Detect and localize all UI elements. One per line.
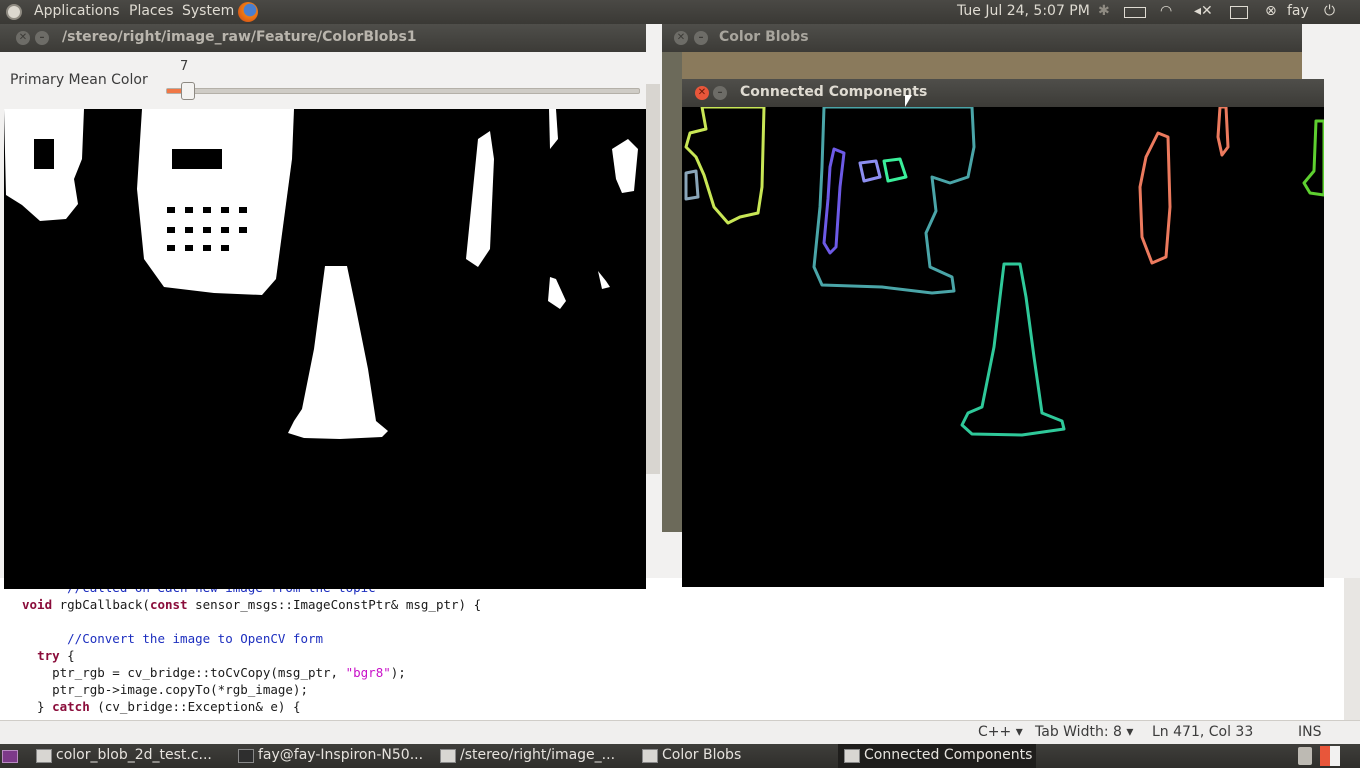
places-menu[interactable]: Places [129, 3, 174, 19]
binary-mask-image [4, 109, 646, 589]
window-icon [440, 749, 456, 763]
mask-blob [466, 131, 494, 267]
code-token: ); [390, 665, 406, 680]
connected-components-titlebar[interactable]: ✕ – Connected Components [682, 79, 1324, 107]
user-status-icon[interactable]: ⊗ [1265, 3, 1277, 19]
code-token: ptr_rgb->image.copyTo(*rgb_image); [22, 682, 308, 697]
contour-purple [822, 147, 846, 255]
trash-icon[interactable] [1298, 747, 1312, 765]
system-menu[interactable]: System [182, 3, 234, 19]
contour-salmon [1138, 131, 1172, 265]
traffic-cone-mask [288, 266, 388, 439]
code-token: try [37, 648, 60, 663]
tab-width-selector[interactable]: Tab Width: 8 ▾ [1035, 724, 1133, 740]
code-editor[interactable]: //called on each new image from the topi… [0, 578, 1360, 720]
primary-mean-color-slider[interactable] [166, 82, 640, 100]
code-token: } [22, 699, 53, 714]
applications-menu[interactable]: Applications [34, 3, 120, 19]
code-token: rgbCallback( [52, 597, 150, 612]
task-connected-components[interactable]: Connected Components [838, 744, 1036, 768]
colorblobs1-titlebar[interactable]: ✕ – /stereo/right/image_raw/Feature/Colo… [0, 24, 646, 52]
terminal-icon [238, 749, 254, 763]
text-editor-icon [36, 749, 52, 763]
code-line: try { [22, 648, 75, 663]
cursor-position: Ln 471, Col 33 [1152, 724, 1254, 740]
volume-muted-icon[interactable]: ◂✕ [1194, 3, 1213, 19]
task-editor[interactable]: color_blob_2d_test.c... [30, 744, 228, 768]
code-line: ptr_rgb->image.copyTo(*rgb_image); [22, 682, 308, 697]
slider-thumb[interactable] [181, 82, 195, 100]
code-line: } catch (cv_bridge::Exception& e) { [22, 699, 300, 714]
battery-icon[interactable] [1124, 7, 1146, 18]
bluetooth-icon[interactable]: ✱ [1098, 3, 1110, 19]
close-button[interactable]: ✕ [16, 31, 30, 45]
slider-fill [167, 89, 182, 93]
code-token: sensor_msgs::ImageConstPtr& msg_ptr) { [187, 597, 482, 612]
insert-mode: INS [1298, 724, 1322, 740]
connected-components-image [682, 107, 1324, 587]
traffic-cone-contour [960, 262, 1066, 437]
window-icon [642, 749, 658, 763]
code-token: void [22, 597, 53, 612]
mouse-pointer-icon [905, 95, 912, 107]
binary-mask [4, 109, 638, 439]
code-line: ptr_rgb = cv_bridge::toCvCopy(msg_ptr, "… [22, 665, 406, 680]
window-title: Color Blobs [719, 29, 809, 45]
code-line: //Convert the image to OpenCV form [22, 631, 323, 646]
trackbar-panel: Primary Mean Color 7 [0, 52, 646, 109]
task-colorblobs1[interactable]: /stereo/right/image_... [434, 744, 632, 768]
mask-blob [137, 109, 294, 295]
firefox-icon[interactable] [238, 2, 258, 22]
contour-lilac [858, 159, 882, 183]
code-token: catch [52, 699, 90, 714]
contours [684, 107, 1324, 437]
contour-yellow [684, 107, 766, 225]
task-terminal[interactable]: fay@fay-Inspiron-N50... [232, 744, 430, 768]
show-desktop-icon[interactable] [2, 750, 18, 763]
background-scrollbar[interactable] [646, 84, 660, 474]
ubuntu-logo-icon[interactable] [6, 4, 22, 20]
code-token: { [59, 648, 75, 663]
colorblobs-titlebar[interactable]: ✕ – Color Blobs [662, 24, 1302, 52]
window-title: /stereo/right/image_raw/Feature/ColorBlo… [62, 29, 417, 45]
power-icon[interactable]: ⏻ [1324, 3, 1335, 19]
workspace-switcher-icon[interactable] [1320, 746, 1340, 766]
user-name[interactable]: fay [1287, 3, 1309, 19]
close-button[interactable]: ✕ [695, 86, 709, 100]
mail-icon[interactable] [1230, 6, 1248, 19]
minimize-button[interactable]: – [713, 86, 727, 100]
mask-blob [549, 109, 558, 149]
mask-blob [598, 271, 610, 289]
contour-grey [684, 169, 700, 201]
window-title: Connected Components [740, 84, 928, 100]
code-token: (cv_bridge::Exception& e) { [89, 699, 301, 714]
contour-green [882, 157, 908, 183]
minimize-button[interactable]: – [694, 31, 708, 45]
mask-blob [548, 277, 566, 309]
clock[interactable]: Tue Jul 24, 5:07 PM [957, 3, 1090, 19]
slider-value: 7 [180, 59, 189, 74]
close-button[interactable]: ✕ [674, 31, 688, 45]
code-token: //Convert the image to OpenCV form [22, 631, 324, 646]
language-selector[interactable]: C++ ▾ [978, 724, 1023, 740]
code-token: "bgr8" [345, 665, 391, 680]
minimize-button[interactable]: – [35, 31, 49, 45]
contour-lime [1302, 119, 1324, 197]
slider-label: Primary Mean Color [10, 72, 148, 88]
window-icon [844, 749, 860, 763]
wifi-icon[interactable]: ◠ [1160, 3, 1172, 19]
mask-blob [612, 139, 638, 193]
editor-scrollbar[interactable] [1344, 578, 1360, 720]
code-token: const [149, 597, 188, 612]
top-panel: Applications Places System Tue Jul 24, 5… [0, 0, 1360, 24]
code-token: ptr_rgb = cv_bridge::toCvCopy(msg_ptr, [22, 665, 346, 680]
editor-statusbar: C++ ▾ Tab Width: 8 ▾ Ln 471, Col 33 INS [0, 720, 1360, 745]
code-line: void rgbCallback(const sensor_msgs::Imag… [22, 597, 481, 612]
task-color-blobs[interactable]: Color Blobs [636, 744, 834, 768]
bottom-taskbar: color_blob_2d_test.c... fay@fay-Inspiron… [0, 744, 1360, 768]
contour-salmon-small [1216, 107, 1230, 157]
